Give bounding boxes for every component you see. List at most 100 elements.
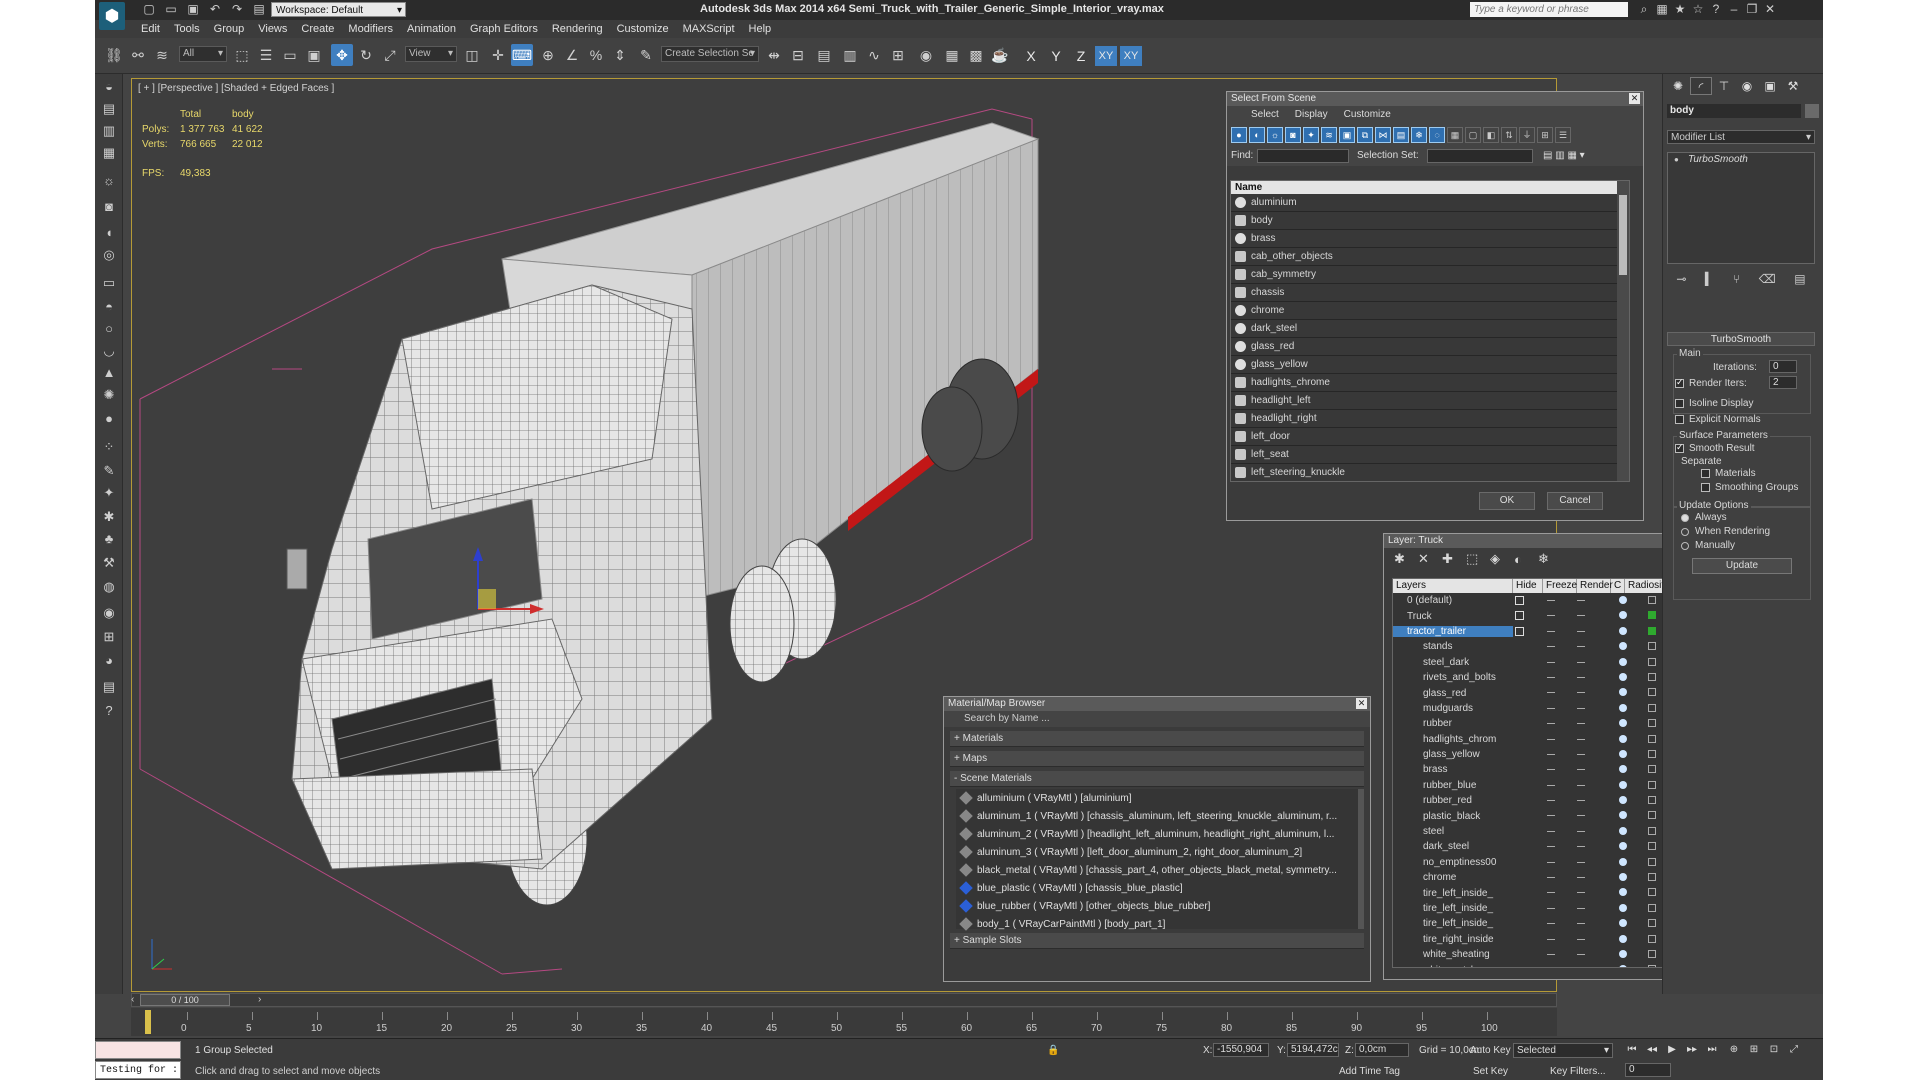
toggle-dash[interactable] [1547,723,1555,725]
layer-color-swatch[interactable] [1648,657,1656,666]
menu-tools[interactable]: Tools [174,20,200,38]
motion-tab-icon[interactable]: ◉ [1736,77,1758,95]
layer-manager-icon[interactable]: ▤ [813,44,835,66]
time-slider-thumb[interactable]: 0 / 100 [140,994,230,1006]
show-end-result-icon[interactable]: ▍ [1705,272,1714,290]
list-item[interactable]: left_seat [1231,446,1629,464]
layer-color-swatch[interactable] [1648,688,1656,697]
layer-color-swatch[interactable] [1648,672,1656,681]
list-item[interactable]: left_door [1231,428,1629,446]
xref-filter-icon[interactable]: ⧉ [1357,127,1373,143]
coord-x-field[interactable]: -1550,904 [1213,1043,1269,1057]
tab-display[interactable]: Display [1295,106,1328,124]
auto-key-button[interactable]: Auto Key [1470,1045,1511,1056]
toggle-dash[interactable] [1547,753,1555,755]
toggle-dash[interactable] [1547,815,1555,817]
toggle-dash[interactable] [1577,800,1585,802]
subscription-icon[interactable]: ▦ [1653,2,1671,17]
layer-color-swatch[interactable] [1648,888,1656,897]
filter-icon[interactable]: ⏚ [1519,127,1535,143]
coin-icon[interactable]: ◍ [100,578,118,596]
toggle-dash[interactable] [1577,646,1585,648]
gear-icon[interactable]: ✱ [100,508,118,526]
render-teapot-icon[interactable] [1619,657,1627,666]
layer-color-swatch[interactable] [1648,611,1656,620]
binoculars-icon[interactable]: ⌕ [1635,2,1653,17]
hide-all-icon[interactable]: ◐ [1514,552,1538,567]
layer-color-swatch[interactable] [1648,811,1656,820]
material-item[interactable]: aluminum_3 ( VRayMtl ) [left_door_alumin… [956,843,1364,861]
angle-snap-icon[interactable]: ∠ [561,44,583,66]
menu-edit[interactable]: Edit [141,20,160,38]
maxscript-listener-pink[interactable] [95,1041,181,1059]
new-file-icon[interactable]: ▢ [141,2,157,16]
search-input[interactable]: Type a keyword or phrase [1470,2,1628,17]
ok-button[interactable]: OK [1479,492,1535,510]
maxscript-listener-white[interactable]: Testing for : [95,1061,181,1079]
percent-snap-icon[interactable]: % [585,44,607,66]
helper-filter-icon[interactable]: ✦ [1303,127,1319,143]
list-item[interactable]: aluminium [1231,194,1629,212]
orb-icon[interactable]: ◉ [100,604,118,622]
hierarchy-tab-icon[interactable]: ⊤ [1713,77,1735,95]
new-layer-icon[interactable]: ✱ [1394,551,1418,567]
utilities-tab-icon[interactable]: ⚒ [1782,77,1804,95]
toggle-dash[interactable] [1577,846,1585,848]
menu-create[interactable]: Create [301,20,334,38]
display-all-icon[interactable]: ▦ [1447,127,1463,143]
pin-stack-icon[interactable]: ⊸ [1676,272,1686,290]
list-item[interactable]: glass_red [1231,338,1629,356]
axis-z-button[interactable]: Z [1070,46,1092,66]
layer-color-swatch[interactable] [1648,965,1656,967]
hierarchy-icon[interactable]: ⊞ [1537,127,1553,143]
snaps-toggle-icon[interactable]: ⊕ [537,44,559,66]
when-rendering-radio[interactable] [1681,528,1689,536]
toggle-dash[interactable] [1547,892,1555,894]
group-filter-icon[interactable]: ▣ [1339,127,1355,143]
highlight-layer-icon[interactable]: ◈ [1490,551,1514,567]
list-scrollbar[interactable] [1617,181,1629,481]
time-slider[interactable]: ‹ 0 / 100 › [131,993,1557,1007]
toggle-dash[interactable] [1547,830,1555,832]
favorites-icon[interactable]: ☆ [1689,2,1707,17]
render-teapot-icon[interactable] [1619,765,1627,774]
help-icon[interactable]: ? [1707,2,1725,17]
material-item[interactable]: body_1 ( VRayCarPaintMtl ) [body_part_1] [956,915,1364,933]
hidden-filter-icon[interactable]: ◌ [1429,127,1445,143]
material-search-input[interactable]: Search by Name ... [944,711,1370,727]
toggle-dash[interactable] [1547,923,1555,925]
tab-select[interactable]: Select [1251,106,1279,124]
toggle-dash[interactable] [1547,661,1555,663]
spacewarp-filter-icon[interactable]: ≋ [1321,127,1337,143]
pivot-center-icon[interactable]: ◫ [461,44,483,66]
light-filter-icon[interactable]: ☼ [1267,127,1283,143]
select-in-layer-icon[interactable]: ⬚ [1466,551,1490,567]
toggle-dash[interactable] [1577,907,1585,909]
named-selection-dropdown[interactable]: Create Selection Se [661,46,759,62]
create-tab-icon[interactable]: ✺ [1667,77,1689,95]
audio-icon[interactable]: ◖ [100,224,118,242]
prev-key-icon[interactable]: ◂◂ [1643,1043,1661,1057]
goto-end-icon[interactable]: ⏭ [1703,1043,1721,1057]
layer-color-swatch[interactable] [1648,919,1656,928]
manually-radio[interactable] [1681,542,1689,550]
toggle-dash[interactable] [1577,707,1585,709]
always-radio[interactable] [1681,514,1689,522]
layer-color-swatch[interactable] [1648,765,1656,774]
layer-color-swatch[interactable] [1648,642,1656,651]
menu-views[interactable]: Views [258,20,287,38]
list-item[interactable]: left_steering_knuckle [1231,464,1629,481]
axis-x-button[interactable]: X [1020,46,1042,66]
layer-color-swatch[interactable] [1648,626,1656,635]
list-item[interactable]: brass [1231,230,1629,248]
cone-icon[interactable]: ▲ [100,364,118,382]
render-teapot-icon[interactable] [1619,626,1627,635]
layer-color-swatch[interactable] [1648,703,1656,712]
camera-filter-icon[interactable]: ◙ [1285,127,1301,143]
axis-y-button[interactable]: Y [1045,46,1067,66]
list-item[interactable]: cab_other_objects [1231,248,1629,266]
layer-color-swatch[interactable] [1648,780,1656,789]
paint-icon[interactable]: ✎ [100,462,118,480]
set-tools-icon[interactable]: ▤ ▥ ▦ ▾ [1543,150,1585,161]
clipboard-icon[interactable]: ▤ [100,678,118,696]
